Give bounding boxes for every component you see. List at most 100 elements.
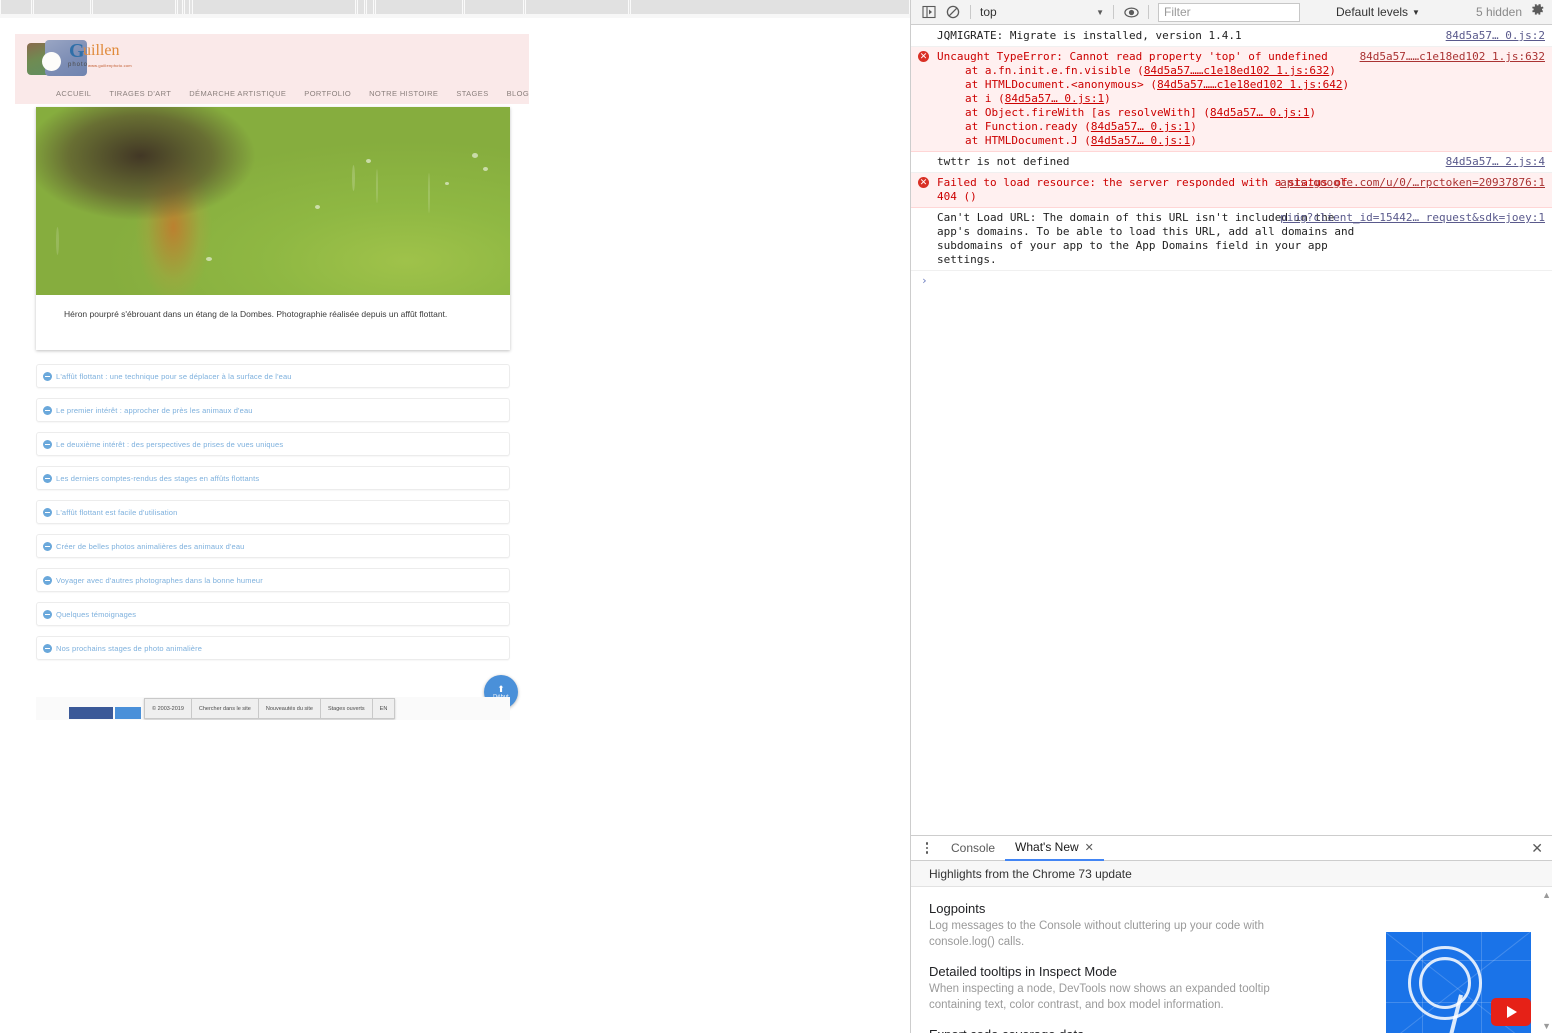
list-item[interactable]: Nos prochains stages de photo animalière	[36, 636, 510, 660]
list-item[interactable]: Le premier intérêt : approcher de près l…	[36, 398, 510, 422]
list-item-label: L'affût flottant est facile d'utilisatio…	[56, 507, 178, 517]
stack-frame-suffix: )	[1190, 134, 1197, 147]
list-item-label: Le premier intérêt : approcher de près l…	[56, 405, 253, 415]
stack-frame: at a.fn.init.e.fn.visible (84d5a57……c1e1…	[965, 64, 1545, 78]
stack-frame-link[interactable]: 84d5a57… 0.js:1	[1005, 92, 1104, 105]
stack-frame: at i (84d5a57… 0.js:1)	[965, 92, 1545, 106]
scrollbar-down-arrow[interactable]: ▼	[1542, 1021, 1551, 1031]
list-item[interactable]: Les derniers comptes-rendus des stages e…	[36, 466, 510, 490]
figure-caption-bar: Héron pourpré s'ébrouant dans un étang d…	[36, 295, 510, 350]
settings-gear-icon[interactable]	[1530, 2, 1547, 22]
list-item[interactable]: Le deuxième intérêt : des perspectives d…	[36, 432, 510, 456]
tab-whats-new[interactable]: What's New ✕	[1005, 836, 1104, 861]
log-levels-select[interactable]: Default levels ▼	[1336, 5, 1420, 19]
stack-frame-link[interactable]: 84d5a57… 0.js:1	[1091, 120, 1190, 133]
list-item[interactable]: Voyager avec d'autres photographes dans …	[36, 568, 510, 592]
close-icon[interactable]: ✕	[1085, 841, 1094, 854]
tab-segment[interactable]	[357, 0, 365, 14]
filter-input[interactable]: Filter	[1158, 2, 1300, 22]
article-figure: Héron pourpré s'ébrouant dans un étang d…	[36, 107, 510, 350]
console-message-text: JQMIGRATE: Migrate is installed, version…	[937, 29, 1242, 42]
browser-tab-strip	[0, 0, 910, 18]
nav-item-accueil[interactable]: ACCUEIL	[47, 89, 100, 98]
console-message-log[interactable]: JQMIGRATE: Migrate is installed, version…	[911, 26, 1552, 47]
tab-console-label: Console	[951, 841, 996, 855]
nav-item-blog[interactable]: BLOG	[498, 89, 529, 98]
console-message-error-2[interactable]: ✕ Failed to load resource: the server re…	[911, 173, 1552, 208]
minus-circle-icon	[43, 473, 52, 483]
error-icon-2: ✕	[918, 177, 929, 188]
list-item[interactable]: Quelques témoignages	[36, 602, 510, 626]
nav-item-portfolio[interactable]: PORTFOLIO	[295, 89, 360, 98]
tab-segment[interactable]	[630, 0, 910, 14]
console-toolbar: top ▼ Filter Default levels ▼ 5 hidden	[911, 0, 1552, 25]
footer-open-stages[interactable]: Stages ouverts	[321, 698, 373, 719]
play-video-button[interactable]	[1491, 998, 1531, 1026]
stack-frame-link[interactable]: 84d5a57… 0.js:1	[1210, 106, 1309, 119]
whats-new-content[interactable]: Logpoints Log messages to the Console wi…	[911, 887, 1552, 1033]
tab-segment[interactable]	[92, 0, 176, 14]
nav-item-demarche[interactable]: DÉMARCHE ARTISTIQUE	[180, 89, 295, 98]
console-message-source[interactable]: 84d5a57… 0.js:2	[1446, 29, 1545, 43]
console-message-source[interactable]: ping?client_id=15442… request&sdk=joey:1	[1280, 211, 1545, 225]
screenshot-root: G uillen photo www.guillenphoto.com ACCU…	[0, 0, 1552, 1033]
minus-circle-icon	[43, 609, 52, 619]
list-item[interactable]: L'affût flottant : une technique pour se…	[36, 364, 510, 388]
tab-segment[interactable]	[375, 0, 463, 14]
footer-lang-en[interactable]: EN	[373, 698, 395, 719]
stack-frame-link[interactable]: 84d5a57……c1e18ed102 1.js:632	[1144, 64, 1329, 77]
tab-whats-new-label: What's New	[1015, 840, 1079, 854]
console-message-log-3[interactable]: Can't Load URL: The domain of this URL i…	[911, 208, 1552, 271]
stack-frame-link[interactable]: 84d5a57… 0.js:1	[1091, 134, 1190, 147]
logo-circle-icon	[42, 52, 61, 71]
tab-segment[interactable]	[184, 0, 190, 14]
list-item-label: Le deuxième intérêt : des perspectives d…	[56, 439, 284, 449]
tab-segment[interactable]	[525, 0, 629, 14]
logo-subtitle: photo	[68, 62, 89, 68]
site-logo[interactable]: G uillen photo www.guillenphoto.com	[23, 38, 132, 78]
nav-item-tirages[interactable]: TIRAGES D'ART	[100, 89, 180, 98]
log-levels-value: Default levels	[1336, 5, 1409, 19]
footer-social-badge-2[interactable]	[115, 707, 141, 719]
stack-frame-link[interactable]: 84d5a57……c1e18ed102 1.js:642	[1157, 78, 1342, 91]
list-item[interactable]: Créer de belles photos animalières des a…	[36, 534, 510, 558]
console-prompt[interactable]: ›	[911, 271, 1552, 289]
scrollbar-up-arrow[interactable]: ▲	[1542, 890, 1551, 900]
hidden-messages-count: 5 hidden	[1475, 5, 1522, 19]
footer-news[interactable]: Nouveautés du site	[259, 698, 321, 719]
console-sidebar-icon[interactable]	[917, 2, 941, 22]
footer-social-badge[interactable]	[69, 707, 113, 719]
list-item-label: Créer de belles photos animalières des a…	[56, 541, 245, 551]
minus-circle-icon	[43, 643, 52, 653]
footer-search[interactable]: Chercher dans le site	[192, 698, 259, 719]
tab-segment[interactable]	[464, 0, 524, 14]
stack-frame: at Function.ready (84d5a57… 0.js:1)	[965, 120, 1545, 134]
execution-context-select[interactable]: top ▼	[976, 3, 1108, 22]
console-message-source[interactable]: 84d5a57……c1e18ed102 1.js:632	[1360, 50, 1545, 64]
tab-segment[interactable]	[177, 0, 183, 14]
tab-segment[interactable]	[33, 0, 91, 14]
console-message-error[interactable]: ✕ Uncaught TypeError: Cannot read proper…	[911, 47, 1552, 152]
nav-item-histoire[interactable]: NOTRE HISTOIRE	[360, 89, 447, 98]
tab-segment[interactable]	[366, 0, 374, 14]
site-navigation: ACCUEIL TIRAGES D'ART DÉMARCHE ARTISTIQU…	[15, 89, 529, 98]
figure-caption: Héron pourpré s'ébrouant dans un étang d…	[64, 309, 448, 319]
console-message-source[interactable]: apis.google.com/u/0/…rpctoken=20937876:1	[1280, 176, 1545, 190]
clear-console-icon[interactable]	[941, 2, 965, 22]
console-message-log-2[interactable]: twttr is not defined 84d5a57… 2.js:4	[911, 152, 1552, 173]
tab-segment[interactable]	[192, 0, 356, 14]
console-message-list[interactable]: JQMIGRATE: Migrate is installed, version…	[911, 26, 1552, 835]
more-options-icon[interactable]	[919, 842, 935, 854]
website-content: G uillen photo www.guillenphoto.com ACCU…	[15, 34, 529, 720]
live-expression-icon[interactable]	[1119, 2, 1143, 22]
list-item-label: Voyager avec d'autres photographes dans …	[56, 575, 263, 585]
whats-new-body: When inspecting a node, DevTools now sho…	[929, 983, 1270, 1011]
browser-viewport: G uillen photo www.guillenphoto.com ACCU…	[0, 0, 910, 1033]
drawer-close-button[interactable]: ✕	[1531, 840, 1552, 857]
nav-item-stages[interactable]: STAGES	[447, 89, 497, 98]
list-item[interactable]: L'affût flottant est facile d'utilisatio…	[36, 500, 510, 524]
tab-console[interactable]: Console	[941, 836, 1005, 861]
tab-segment[interactable]	[0, 0, 32, 14]
site-header: G uillen photo www.guillenphoto.com ACCU…	[15, 34, 529, 104]
console-message-source[interactable]: 84d5a57… 2.js:4	[1446, 155, 1545, 169]
